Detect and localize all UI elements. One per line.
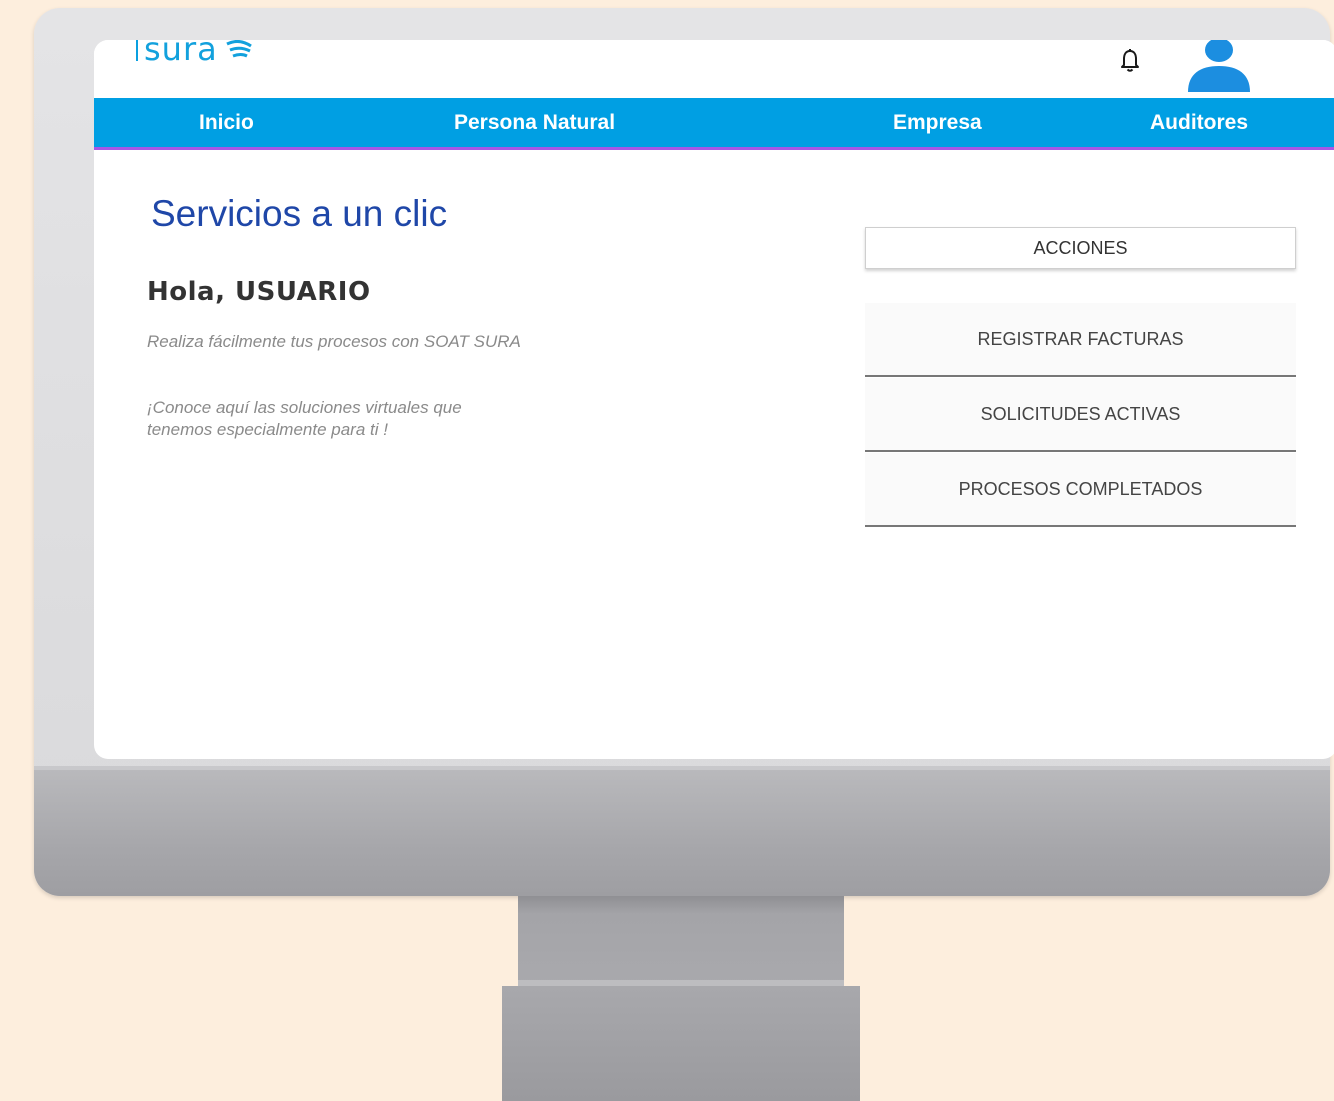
sura-logo[interactable]: sura <box>136 40 254 68</box>
nav-item-inicio[interactable]: Inicio <box>199 111 254 135</box>
nav-item-empresa[interactable]: Empresa <box>893 111 982 135</box>
monitor-frame: sura Inicio Persona Natural Empresa Audi… <box>34 8 1334 896</box>
user-greeting: Hola, USUARIO <box>147 277 371 307</box>
user-avatar-icon[interactable] <box>1186 40 1252 92</box>
action-registrar-facturas[interactable]: REGISTRAR FACTURAS <box>865 303 1296 377</box>
page-title: Servicios a un clic <box>151 193 448 234</box>
monitor-stand-neck <box>518 896 844 986</box>
monitor-stand-base <box>502 986 860 1101</box>
logo-swoosh-icon <box>226 40 252 58</box>
main-navbar: Inicio Persona Natural Empresa Auditores <box>94 98 1334 150</box>
logo-text: sura <box>144 40 218 68</box>
top-header: sura <box>94 40 1334 98</box>
action-procesos-completados[interactable]: PROCESOS COMPLETADOS <box>865 453 1296 527</box>
nav-item-auditores[interactable]: Auditores <box>1150 111 1248 135</box>
solutions-text: ¡Conoce aquí las soluciones virtuales qu… <box>147 398 462 439</box>
action-solicitudes-activas[interactable]: SOLICITUDES ACTIVAS <box>865 378 1296 452</box>
bell-icon[interactable] <box>1118 48 1142 74</box>
intro-text: Realiza fácilmente tus procesos con SOAT… <box>147 332 521 351</box>
nav-item-persona-natural[interactable]: Persona Natural <box>454 111 615 135</box>
screen: sura Inicio Persona Natural Empresa Audi… <box>94 40 1334 759</box>
monitor-chin <box>34 770 1330 896</box>
logo-divider <box>136 40 138 61</box>
actions-header[interactable]: ACCIONES <box>865 227 1296 269</box>
